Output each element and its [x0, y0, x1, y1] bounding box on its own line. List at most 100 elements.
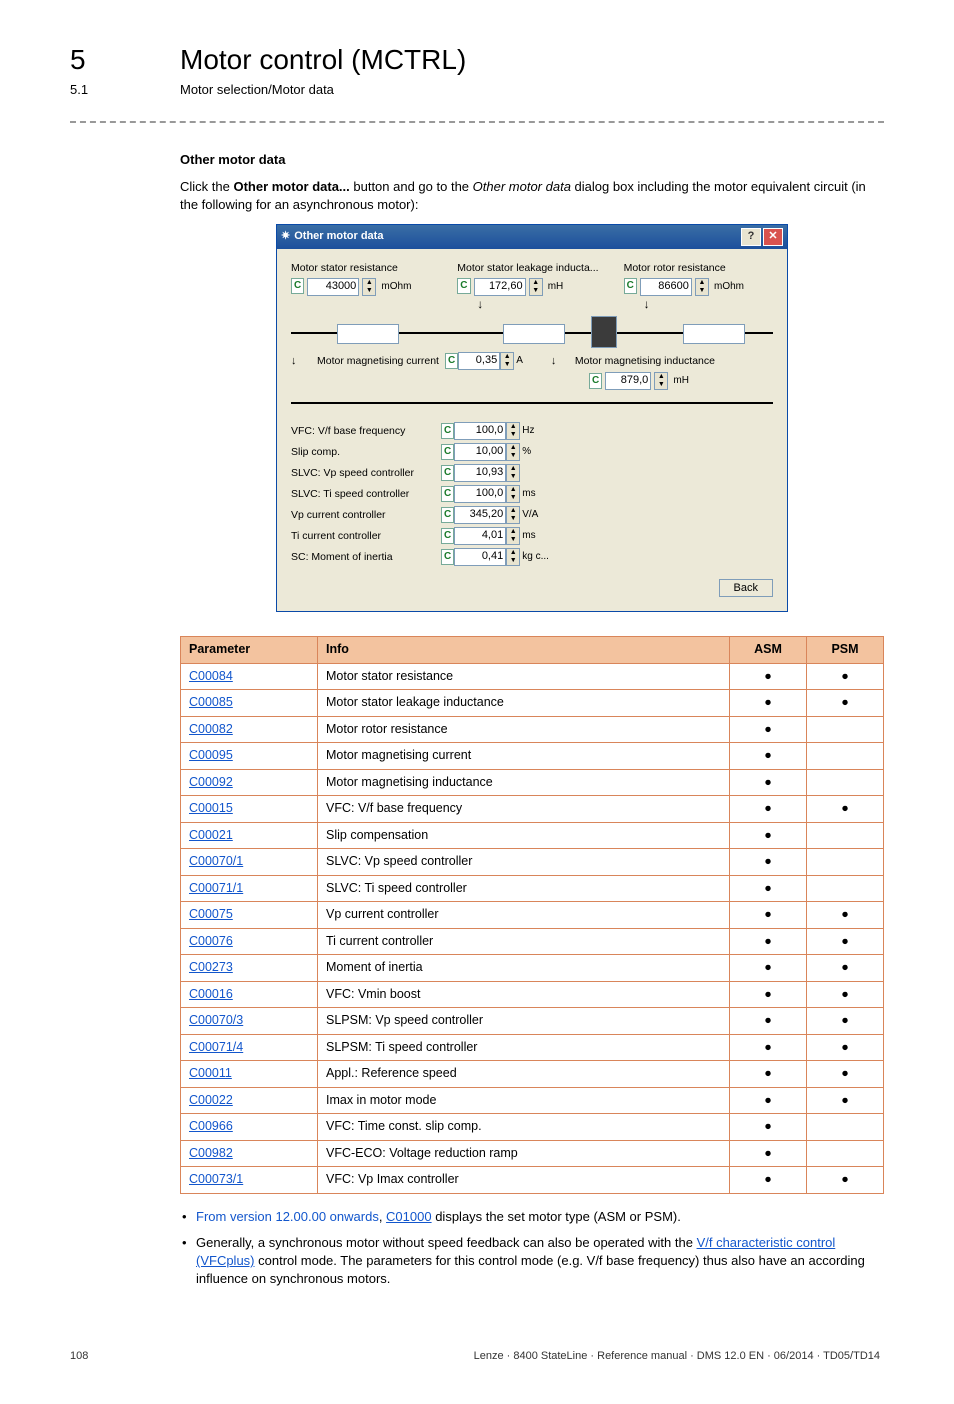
param-label: Ti current controller: [291, 529, 441, 544]
table-row: C00073/1VFC: Vp Imax controller●●: [181, 1167, 884, 1194]
param-label: VFC: V/f base frequency: [291, 424, 441, 439]
spinner[interactable]: ▲▼: [506, 548, 520, 566]
rotor-resistance-label: Motor rotor resistance: [624, 261, 773, 276]
circuit-wire-bottom: [291, 396, 773, 408]
spinner[interactable]: ▲▼: [506, 443, 520, 461]
param-code-link[interactable]: C00092: [189, 775, 233, 789]
c01000-link[interactable]: C01000: [386, 1209, 432, 1224]
param-code-link[interactable]: C00084: [189, 669, 233, 683]
param-code-link[interactable]: C00095: [189, 748, 233, 762]
psm-dot: ●: [807, 1087, 884, 1114]
param-code-link[interactable]: C00021: [189, 828, 233, 842]
dialog-titlebar: ✷ Other motor data ? ✕: [277, 225, 787, 249]
asm-dot: ●: [730, 690, 807, 717]
psm-dot: [807, 769, 884, 796]
param-input[interactable]: 100,0: [454, 422, 506, 440]
unit: mH: [548, 281, 564, 292]
c-icon: C: [441, 465, 454, 481]
param-info: VFC: V/f base frequency: [318, 796, 730, 823]
param-code-link[interactable]: C00966: [189, 1119, 233, 1133]
psm-dot: ●: [807, 1008, 884, 1035]
spinner[interactable]: ▲▼: [506, 485, 520, 503]
rotor-resistance-input[interactable]: 86600: [640, 278, 692, 296]
param-code-link[interactable]: C00085: [189, 695, 233, 709]
spinner[interactable]: ▲▼: [506, 527, 520, 545]
psm-dot: [807, 716, 884, 743]
param-code-link[interactable]: C00982: [189, 1146, 233, 1160]
spinner[interactable]: ▲▼: [529, 278, 543, 296]
spinner[interactable]: ▲▼: [695, 278, 709, 296]
param-code-link[interactable]: C00075: [189, 907, 233, 921]
param-code-link[interactable]: C00016: [189, 987, 233, 1001]
magnetising-current-input[interactable]: 0,35: [458, 352, 500, 370]
close-button[interactable]: ✕: [763, 228, 783, 246]
spinner[interactable]: ▲▼: [506, 506, 520, 524]
spinner[interactable]: ▲▼: [506, 422, 520, 440]
other-motor-data-dialog: ✷ Other motor data ? ✕ Motor stator resi…: [276, 224, 788, 612]
param-info: SLPSM: Vp speed controller: [318, 1008, 730, 1035]
table-row: C00070/3SLPSM: Vp speed controller●●: [181, 1008, 884, 1035]
psm-dot: ●: [807, 663, 884, 690]
asm-dot: ●: [730, 875, 807, 902]
param-code-link[interactable]: C00073/1: [189, 1172, 243, 1186]
section-title: Motor selection/Motor data: [180, 81, 334, 99]
psm-dot: [807, 1140, 884, 1167]
param-code-link[interactable]: C00015: [189, 801, 233, 815]
text: ,: [379, 1209, 386, 1224]
text: Generally, a synchronous motor without s…: [196, 1235, 697, 1250]
stator-resistance-input[interactable]: 43000: [307, 278, 359, 296]
param-info: Vp current controller: [318, 902, 730, 929]
param-input[interactable]: 10,93: [454, 464, 506, 482]
asm-dot: ●: [730, 743, 807, 770]
table-row: C00071/4SLPSM: Ti speed controller●●: [181, 1034, 884, 1061]
param-info: VFC-ECO: Voltage reduction ramp: [318, 1140, 730, 1167]
text: displays the set motor type (ASM or PSM)…: [432, 1209, 681, 1224]
param-code-link[interactable]: C00070/3: [189, 1013, 243, 1027]
param-code-link[interactable]: C00082: [189, 722, 233, 736]
spinner[interactable]: ▲▼: [362, 278, 376, 296]
param-code-link[interactable]: C00071/4: [189, 1040, 243, 1054]
param-input[interactable]: 100,0: [454, 485, 506, 503]
c-icon: C: [291, 278, 304, 294]
help-button[interactable]: ?: [741, 228, 761, 246]
table-row: C00071/1 SLVC: Ti speed controller●: [181, 875, 884, 902]
spinner[interactable]: ▲▼: [500, 352, 514, 370]
psm-dot: ●: [807, 690, 884, 717]
param-input[interactable]: 0,41: [454, 548, 506, 566]
asm-dot: ●: [730, 928, 807, 955]
param-info: Slip compensation: [318, 822, 730, 849]
asm-dot: ●: [730, 1087, 807, 1114]
param-code-link[interactable]: C00071/1: [189, 881, 243, 895]
param-input[interactable]: 345,20: [454, 506, 506, 524]
param-code-link[interactable]: C00273: [189, 960, 233, 974]
param-code-link[interactable]: C00011: [189, 1066, 232, 1080]
text: Click the: [180, 179, 233, 194]
param-info: Motor stator leakage inductance: [318, 690, 730, 717]
back-button[interactable]: Back: [719, 579, 773, 597]
param-code-link[interactable]: C00076: [189, 934, 233, 948]
c-icon: C: [624, 278, 637, 294]
param-input[interactable]: 4,01: [454, 527, 506, 545]
psm-dot: ●: [807, 796, 884, 823]
magnetising-inductance-input[interactable]: 879,0: [605, 372, 651, 390]
spinner[interactable]: ▲▼: [506, 464, 520, 482]
table-row: C00016VFC: Vmin boost●●: [181, 981, 884, 1008]
page-number: 108: [70, 1349, 88, 1364]
param-code-link[interactable]: C00070/1: [189, 854, 243, 868]
psm-dot: [807, 875, 884, 902]
intro-paragraph: Click the Other motor data... button and…: [180, 178, 884, 214]
param-info: SLVC: Ti speed controller: [318, 875, 730, 902]
table-row: C00082Motor rotor resistance●: [181, 716, 884, 743]
table-row: C00085Motor stator leakage inductance●●: [181, 690, 884, 717]
leakage-inductance-input[interactable]: 172,60: [474, 278, 526, 296]
spinner[interactable]: ▲▼: [654, 372, 668, 390]
table-row: C00070/1 SLVC: Vp speed controller●: [181, 849, 884, 876]
param-input[interactable]: 10,00: [454, 443, 506, 461]
unit: Hz: [522, 424, 534, 438]
unit: kg c...: [522, 550, 549, 564]
param-info: SLVC: Vp speed controller: [318, 849, 730, 876]
asm-dot: ●: [730, 849, 807, 876]
table-row: C00011Appl.: Reference speed●●: [181, 1061, 884, 1088]
param-code-link[interactable]: C00022: [189, 1093, 233, 1107]
c-icon: C: [441, 423, 454, 439]
